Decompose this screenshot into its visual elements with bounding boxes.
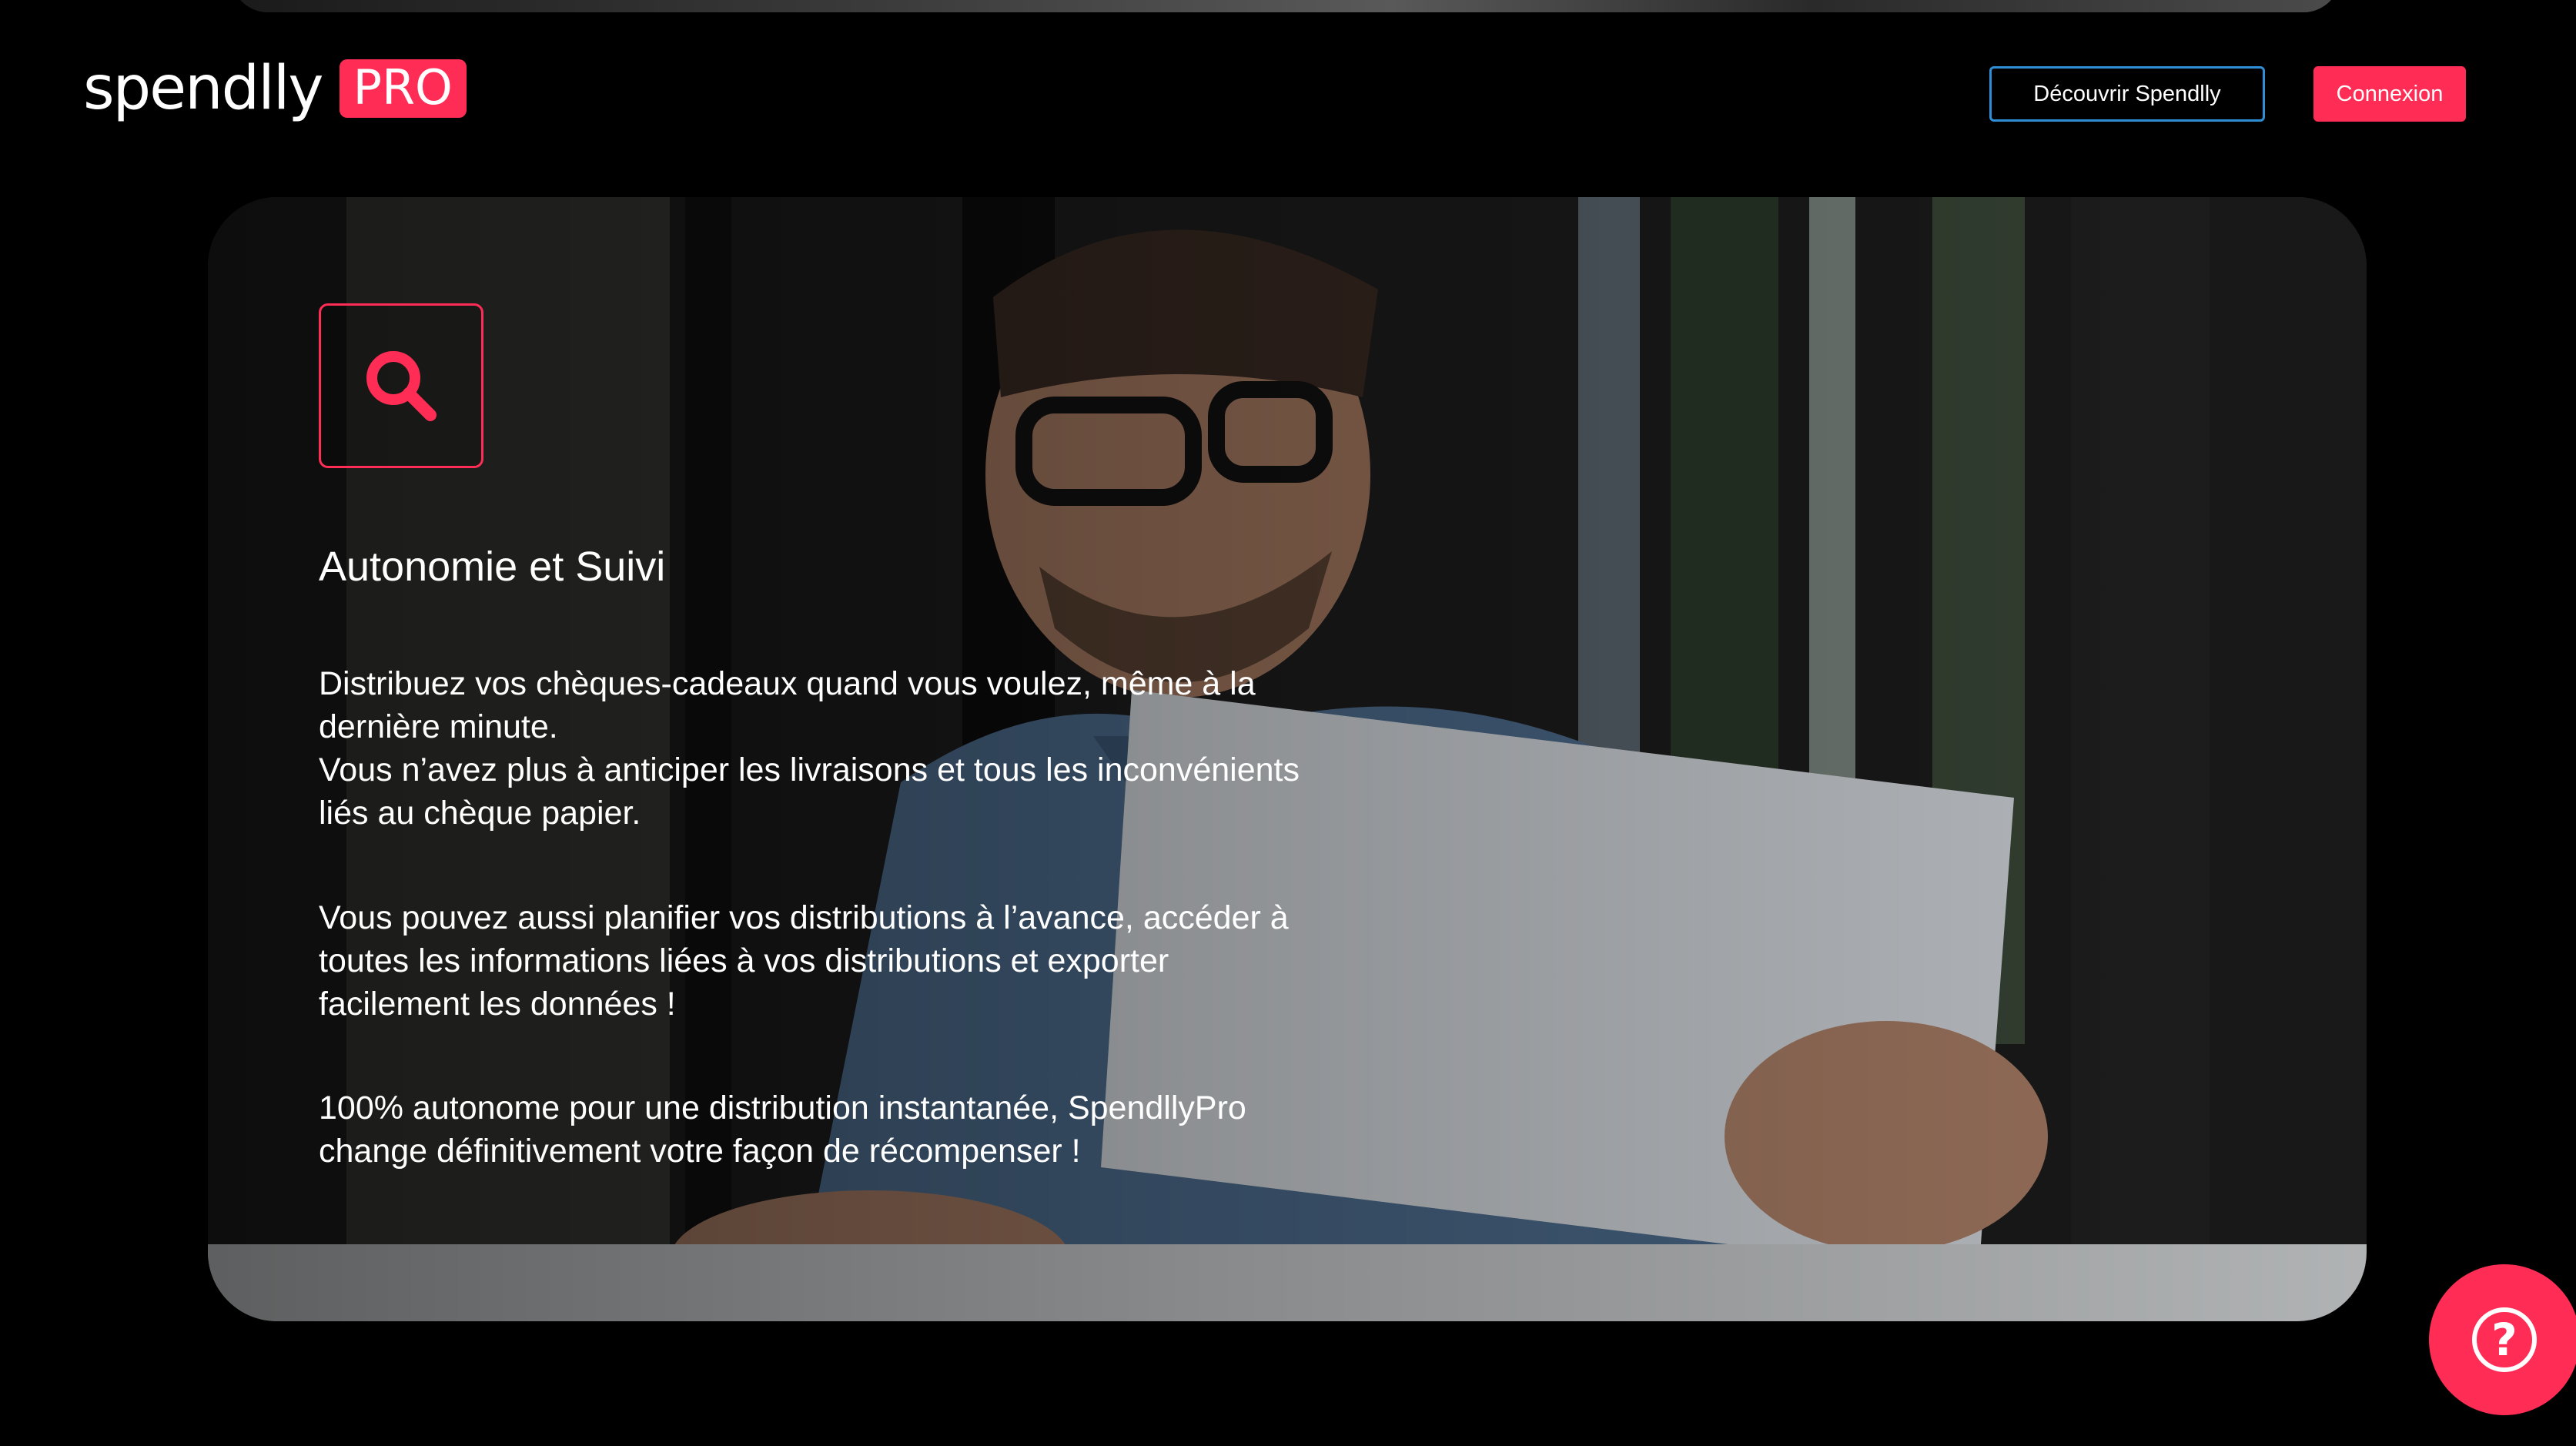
paragraph-text: Distribuez vos chèques-cadeaux quand vou… — [319, 665, 1300, 832]
feature-icon-box — [319, 303, 483, 468]
previous-section-image — [231, 0, 2340, 12]
logo-wordmark: spendlly — [83, 54, 324, 123]
hero-card: Autonomie et Suivi Distribuez vos chèque… — [208, 197, 2367, 1321]
login-button[interactable]: Connexion — [2313, 66, 2466, 122]
section-title: Autonomie et Suivi — [319, 544, 666, 590]
paragraph-planning: Vous pouvez aussi planifier vos distribu… — [319, 896, 1327, 1026]
logo-pro-badge: PRO — [339, 59, 467, 118]
logo[interactable]: spendlly PRO — [83, 59, 467, 119]
help-question-icon: ? — [2472, 1307, 2537, 1372]
paragraph-autonomy: Distribuez vos chèques-cadeaux quand vou… — [319, 662, 1327, 835]
help-button[interactable]: ? — [2429, 1264, 2576, 1415]
page: spendlly PRO Découvrir Spendlly Connexio… — [0, 0, 2576, 1446]
discover-spendlly-button[interactable]: Découvrir Spendlly — [1989, 66, 2265, 122]
paragraph-text: Vous pouvez aussi planifier vos distribu… — [319, 899, 1289, 1023]
paragraph-text: 100% autonome pour une distribution inst… — [319, 1090, 1246, 1170]
paragraph-conclusion: 100% autonome pour une distribution inst… — [319, 1086, 1327, 1173]
search-icon — [366, 351, 437, 421]
